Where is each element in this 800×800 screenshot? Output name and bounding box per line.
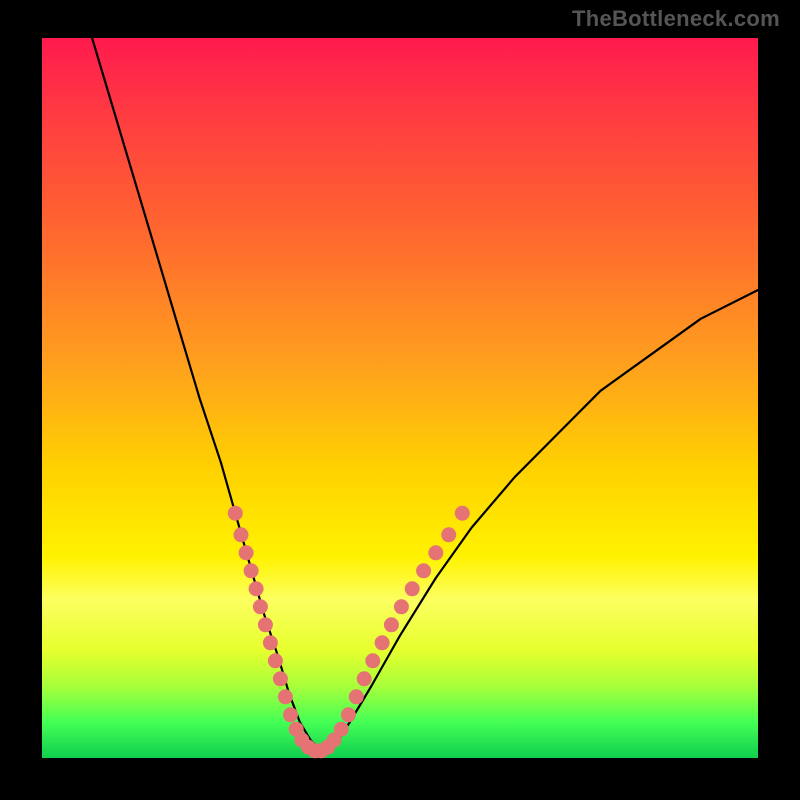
highlight-dot	[263, 635, 278, 650]
highlight-dot	[268, 653, 283, 668]
highlight-dot	[394, 599, 409, 614]
highlight-dot	[228, 506, 243, 521]
highlight-dot	[455, 506, 470, 521]
highlight-dot	[365, 653, 380, 668]
highlight-dot	[283, 707, 298, 722]
highlight-dot	[334, 722, 349, 737]
highlight-dot	[357, 671, 372, 686]
highlight-dot	[441, 527, 456, 542]
highlight-dot	[258, 617, 273, 632]
highlight-dots	[228, 506, 470, 759]
curve-overlay	[42, 38, 758, 758]
highlight-dot	[273, 671, 288, 686]
highlight-dot	[349, 689, 364, 704]
highlight-dot	[244, 563, 259, 578]
highlight-dot	[239, 545, 254, 560]
highlight-dot	[253, 599, 268, 614]
highlight-dot	[278, 689, 293, 704]
watermark-text: TheBottleneck.com	[572, 6, 780, 32]
highlight-dot	[341, 707, 356, 722]
highlight-dot	[384, 617, 399, 632]
highlight-dot	[234, 527, 249, 542]
bottleneck-curve	[92, 38, 758, 751]
highlight-dot	[405, 581, 420, 596]
highlight-dot	[375, 635, 390, 650]
plot-area	[42, 38, 758, 758]
highlight-dot	[428, 545, 443, 560]
highlight-dot	[416, 563, 431, 578]
chart-frame: TheBottleneck.com	[0, 0, 800, 800]
highlight-dot	[249, 581, 264, 596]
